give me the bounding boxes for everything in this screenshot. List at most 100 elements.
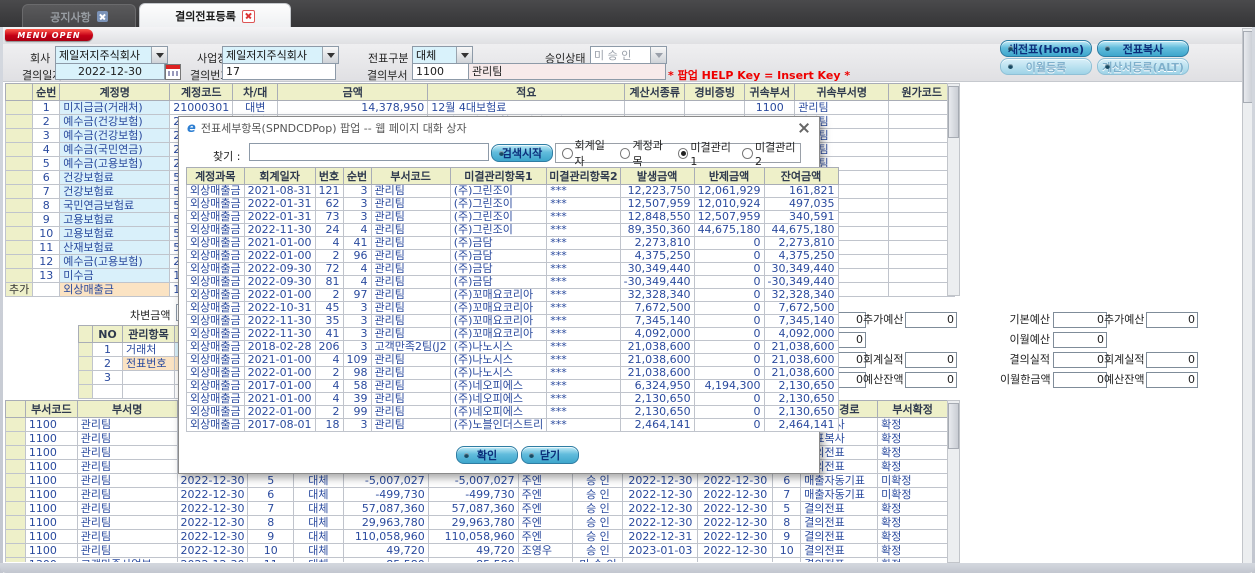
cell[interactable]: -499,730	[427, 487, 519, 502]
cell[interactable]: 41	[314, 327, 344, 341]
cell[interactable]: 2022-12-30	[176, 515, 249, 530]
cell[interactable]: 4,194,300	[693, 379, 765, 393]
cell[interactable]: -499,730	[342, 487, 429, 502]
cell[interactable]: 대체	[292, 487, 344, 502]
cell[interactable]: 관리팀	[794, 100, 890, 115]
cell[interactable]: 4,092,000	[763, 327, 839, 341]
cell[interactable]: 고용보험료	[59, 226, 171, 241]
cell[interactable]: ***	[546, 327, 621, 341]
cell[interactable]: 21000301	[169, 100, 234, 115]
cell[interactable]: 44,675,180	[763, 223, 839, 237]
cell[interactable]	[4, 142, 34, 157]
cell[interactable]: 관리팀	[370, 314, 451, 328]
cell[interactable]	[5, 417, 26, 432]
cell[interactable]: 관리팀	[370, 379, 451, 393]
cell[interactable]: 4	[342, 223, 372, 237]
cell[interactable]: 12	[32, 254, 61, 269]
cell[interactable]: ***	[546, 288, 621, 302]
cell[interactable]: 2,273,810	[619, 236, 695, 250]
cell[interactable]: 1	[92, 342, 123, 357]
cell[interactable]: 6,324,950	[619, 379, 695, 393]
cell[interactable]: 관리팀	[370, 392, 451, 406]
cell[interactable]: 9	[247, 529, 294, 544]
cell[interactable]: 관리팀	[76, 501, 178, 516]
cell[interactable]: 44,675,180	[693, 223, 765, 237]
dept-code-input[interactable]: 1100	[412, 63, 470, 80]
dialog-title-bar[interactable]: e 전표세부항목(SPNDCDPop) 팝업 -- 웹 페이지 대화 상자	[179, 117, 819, 139]
cell[interactable]	[5, 543, 26, 558]
cell[interactable]: 매출자동기표	[800, 473, 879, 488]
radio-open-item1[interactable]: 미결관리1	[677, 139, 736, 168]
cell[interactable]: 고객만족사업부	[76, 557, 178, 562]
cell[interactable]: 미확정	[877, 473, 948, 488]
cell[interactable]: 2022-12-30	[176, 501, 249, 516]
cell[interactable]: 외상매출금	[186, 405, 245, 419]
cell[interactable]: -5,007,027	[427, 473, 519, 488]
cell[interactable]: 2022-11-30	[243, 223, 316, 237]
cell[interactable]: (주)그린조이	[449, 210, 548, 224]
cell[interactable]: 2017-08-01	[243, 418, 316, 432]
table-row[interactable]: 외상매출금 2022-11-30 35 3 관리팀 (주)꼬매요코리아 *** 7,345,1…	[186, 314, 839, 328]
table-row[interactable]: 1300고객만족사업부2022-12-3011대체85,58085,580미 승…	[5, 557, 948, 562]
table-row[interactable]: 외상매출금 2017-08-01 18 3 관리팀 (주)노블인더스트리 *** 2,464,…	[186, 418, 839, 432]
cell[interactable]: 확정	[877, 501, 948, 516]
cell[interactable]: 승 인	[572, 543, 624, 558]
calendar-icon[interactable]	[165, 64, 181, 80]
table-row[interactable]: 외상매출금 2022-01-00 2 98 관리팀 (주)나노시스 *** 21,038,60…	[186, 366, 839, 380]
cell[interactable]: 관리팀	[370, 353, 451, 367]
cell[interactable]	[888, 254, 956, 269]
cell[interactable]: 0	[693, 301, 765, 315]
cell[interactable]: 206	[314, 340, 344, 354]
table-row[interactable]: 1100 관리팀 2022-12-30 8 대체 29,963,780 29,963,780…	[5, 515, 948, 530]
cell[interactable]: ***	[546, 405, 621, 419]
cell[interactable]: 10	[247, 543, 294, 558]
cell[interactable]: 6	[772, 473, 802, 488]
cell[interactable]: 1100	[24, 543, 78, 558]
cell[interactable]	[5, 487, 26, 502]
cell[interactable]: 1100	[24, 529, 78, 544]
cell[interactable]: 0	[693, 288, 765, 302]
table-row[interactable]: 외상매출금 2022-01-00 2 97 관리팀 (주)꼬매요코리아 *** 32,328,…	[186, 288, 839, 302]
cell[interactable]: 확정	[877, 417, 948, 432]
cell[interactable]	[5, 473, 26, 488]
cell[interactable]: 결의전표	[800, 515, 879, 530]
cell[interactable]: 9	[32, 212, 61, 227]
cell[interactable]: 2	[32, 114, 61, 129]
cell[interactable]: 관리팀	[370, 275, 451, 289]
table-row[interactable]: 1100 관리팀 2022-12-30 7 대체 57,087,360 57,087,360…	[5, 501, 948, 516]
cell[interactable]: 관리팀	[370, 366, 451, 380]
table-row[interactable]: 외상매출금 2022-11-30 24 4 관리팀 (주)그린조이 *** 89,350,36…	[186, 223, 839, 237]
cell[interactable]	[624, 100, 686, 115]
cell[interactable]: ***	[546, 210, 621, 224]
cell[interactable]: (주)꼬매요코리아	[449, 327, 548, 341]
table-row[interactable]: 외상매출금 2022-09-30 72 4 관리팀 (주)금담 *** 30,349,440 0…	[186, 262, 839, 276]
cell[interactable]: 외상매출금	[186, 353, 245, 367]
cell[interactable]: 미 승 인	[572, 557, 624, 562]
cell[interactable]: 2023-01-03	[622, 543, 699, 558]
cell[interactable]: 21,038,600	[619, 366, 695, 380]
table-row[interactable]: 외상매출금 2022-11-30 41 3 관리팀 (주)꼬매요코리아 *** 4,092,0…	[186, 327, 839, 341]
cell[interactable]: 89,350,360	[619, 223, 695, 237]
cell[interactable]: 대변	[232, 100, 279, 115]
cell[interactable]: 49,720	[427, 543, 519, 558]
cell[interactable]: 전표번호	[122, 356, 175, 371]
cell[interactable]: 1300	[24, 557, 78, 562]
cell[interactable]: 대체	[292, 515, 344, 530]
cell[interactable]: 승 인	[572, 529, 624, 544]
cell[interactable]	[888, 282, 956, 297]
cell[interactable]: (주)노블인더스트리	[449, 418, 548, 432]
cell[interactable]: 0	[693, 405, 765, 419]
cell[interactable]: 관리팀	[370, 405, 451, 419]
search-input[interactable]	[249, 143, 489, 161]
cell[interactable]: 12,061,929	[693, 184, 765, 198]
budget-field-value[interactable]: 0	[1146, 312, 1198, 328]
radio-open-item2[interactable]: 미결관리2	[742, 139, 800, 168]
cell[interactable]: 8	[247, 515, 294, 530]
cell[interactable]	[122, 384, 175, 399]
cell[interactable]: 62	[314, 197, 344, 211]
table-row[interactable]: 1100 관리팀 2022-12-30 5 대체 -5,007,027 -5,007,027…	[5, 473, 948, 488]
table-row[interactable]: 외상매출금 2021-01-00 4 39 관리팀 (주)네오피에스 *** 2,130,65…	[186, 392, 839, 406]
cell[interactable]	[4, 170, 34, 185]
tab-slip-entry[interactable]: 결의전표등록	[139, 3, 291, 28]
budget-field-value[interactable]: 0	[905, 372, 957, 388]
